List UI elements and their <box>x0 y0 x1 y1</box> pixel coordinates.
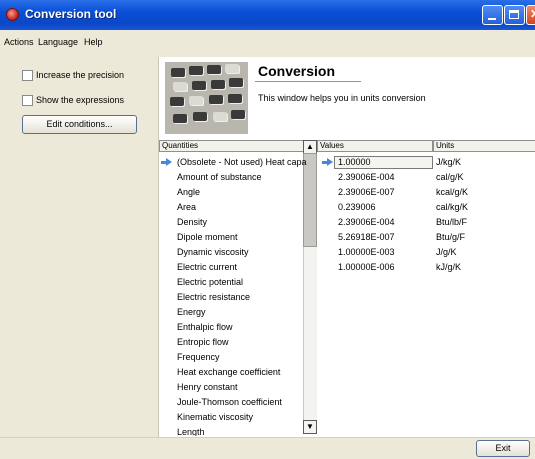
value-cell: 1.00000E-003 <box>338 247 395 257</box>
unit-cell: cal/g/K <box>436 172 464 182</box>
calculator-image <box>165 62 248 134</box>
quantity-row[interactable]: Entropic flow <box>177 337 229 347</box>
maximize-icon <box>509 10 519 19</box>
value-cell: 2.39006E-004 <box>338 217 395 227</box>
quantity-row[interactable]: Area <box>177 202 196 212</box>
scroll-thumb[interactable] <box>303 153 317 247</box>
quantity-row[interactable]: Frequency <box>177 352 220 362</box>
expressions-label: Show the expressions <box>36 95 125 105</box>
minimize-icon <box>488 18 496 20</box>
quantity-row[interactable]: Density <box>177 217 207 227</box>
scroll-up-button[interactable]: ▲ <box>303 140 317 154</box>
quantity-row[interactable]: Electric current <box>177 262 237 272</box>
options-panel: Increase the precision Show the expressi… <box>11 57 153 437</box>
quantity-row[interactable]: Angle <box>177 187 200 197</box>
quantity-row[interactable]: Electric resistance <box>177 292 250 302</box>
quantity-row[interactable]: Enthalpic flow <box>177 322 233 332</box>
header-panel: Conversion This window helps you in unit… <box>158 57 535 140</box>
menu-help[interactable]: Help <box>84 37 103 47</box>
minimize-button[interactable] <box>482 5 503 25</box>
header-title: Conversion <box>258 63 336 79</box>
quantity-row[interactable]: Amount of substance <box>177 172 262 182</box>
menu-language[interactable]: Language <box>38 37 78 47</box>
quantity-row[interactable]: Kinematic viscosity <box>177 412 253 422</box>
exit-button[interactable]: Exit <box>476 440 530 457</box>
title-bar[interactable]: Conversion tool ✕ <box>0 0 535 30</box>
unit-cell: kcal/g/K <box>436 187 469 197</box>
value-cell: 5.26918E-007 <box>338 232 395 242</box>
value-cell: 2.39006E-007 <box>338 187 395 197</box>
quantity-selection-arrow-icon <box>161 158 172 167</box>
quantity-row[interactable]: Henry constant <box>177 382 238 392</box>
app-icon <box>6 8 19 21</box>
maximize-button[interactable] <box>504 5 525 25</box>
window-title: Conversion tool <box>25 7 117 21</box>
quantity-row[interactable]: (Obsolete - Not used) Heat capa <box>177 157 307 167</box>
unit-cell: J/g/K <box>436 247 457 257</box>
quantity-row[interactable]: Joule-Thomson coefficient <box>177 397 282 407</box>
quantity-row[interactable]: Length <box>177 427 205 436</box>
quantity-row[interactable]: Energy <box>177 307 206 317</box>
precision-checkbox[interactable] <box>22 70 33 81</box>
unit-cell: J/kg/K <box>436 157 462 167</box>
conversion-grid: Quantities Values Units ▲ ▼ (Obsolete - … <box>158 140 535 437</box>
header-description: This window helps you in units conversio… <box>258 93 426 103</box>
values-column-header[interactable]: Values <box>317 140 433 152</box>
expressions-checkbox[interactable] <box>22 95 33 106</box>
edit-conditions-button[interactable]: Edit conditions... <box>22 115 137 134</box>
header-underline <box>255 81 361 82</box>
unit-cell: cal/kg/K <box>436 202 469 212</box>
quantity-row[interactable]: Dynamic viscosity <box>177 247 249 257</box>
value-cell[interactable]: 1.00000 <box>338 157 371 167</box>
unit-cell: Btu/lb/F <box>436 217 468 227</box>
unit-cell: kJ/g/K <box>436 262 462 272</box>
value-cell: 1.00000E-006 <box>338 262 395 272</box>
status-bar: Exit <box>0 437 535 459</box>
quantities-column-header[interactable]: Quantities <box>159 140 304 152</box>
scroll-down-button[interactable]: ▼ <box>303 420 317 434</box>
value-selection-arrow-icon <box>322 158 333 167</box>
value-cell: 0.239006 <box>338 202 376 212</box>
value-cell: 2.39006E-004 <box>338 172 395 182</box>
quantity-row[interactable]: Dipole moment <box>177 232 238 242</box>
conversion-tool-window: Conversion tool ✕ Actions Language Help … <box>0 0 535 459</box>
unit-cell: Btu/g/F <box>436 232 466 242</box>
units-column-header[interactable]: Units <box>433 140 535 152</box>
quantity-row[interactable]: Electric potential <box>177 277 243 287</box>
close-button[interactable]: ✕ <box>526 5 535 25</box>
menu-actions[interactable]: Actions <box>4 37 34 47</box>
close-icon: ✕ <box>530 7 535 21</box>
precision-label: Increase the precision <box>36 70 125 80</box>
quantity-row[interactable]: Heat exchange coefficient <box>177 367 280 377</box>
